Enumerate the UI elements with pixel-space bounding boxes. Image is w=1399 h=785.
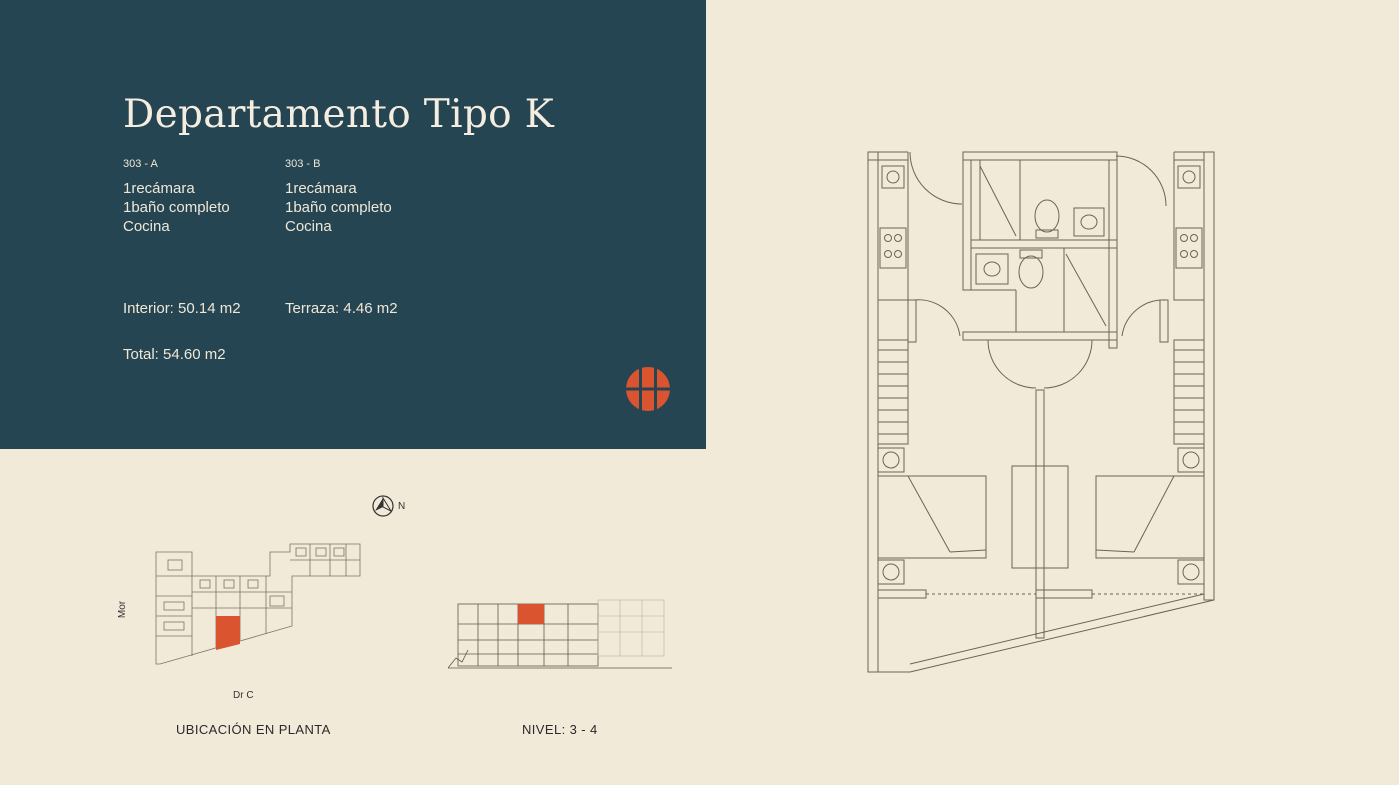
info-panel: Departamento Tipo K 303 - A 1recámara 1b… (0, 0, 706, 449)
unit-a-kitchen: Cocina (123, 218, 170, 235)
terrace-area: Terraza: 4.46 m2 (285, 300, 398, 317)
page-title: Departamento Tipo K (123, 92, 555, 137)
unit-a-code: 303 - A (123, 158, 158, 170)
unit-b-bathrooms: 1baño completo (285, 199, 392, 216)
street-side-label: Mor (117, 600, 129, 619)
site-plan-drawing (155, 543, 361, 665)
building-elevation-drawing (448, 599, 672, 669)
compass-label: N (398, 501, 406, 512)
unit-b-info: 303 - B 1recámara 1baño completo Cocina (285, 158, 392, 236)
street-bottom-label: Dr C (233, 690, 254, 701)
unit-b-bedrooms: 1recámara (285, 180, 357, 197)
unit-a-bathrooms: 1baño completo (123, 199, 230, 216)
total-area: Total: 54.60 m2 (123, 346, 226, 363)
unit-a-bedrooms: 1recámara (123, 180, 195, 197)
floor-plan-drawing (867, 151, 1215, 673)
unit-a-info: 303 - A 1recámara 1baño completo Cocina (123, 158, 230, 236)
interior-area: Interior: 50.14 m2 (123, 300, 241, 317)
level-caption: NIVEL: 3 - 4 (522, 722, 598, 737)
unit-b-kitchen: Cocina (285, 218, 332, 235)
unit-b-code: 303 - B (285, 158, 321, 170)
brand-logo-icon (626, 367, 670, 411)
plan-location-caption: UBICACIÓN EN PLANTA (176, 722, 331, 737)
north-compass-icon (372, 495, 394, 517)
